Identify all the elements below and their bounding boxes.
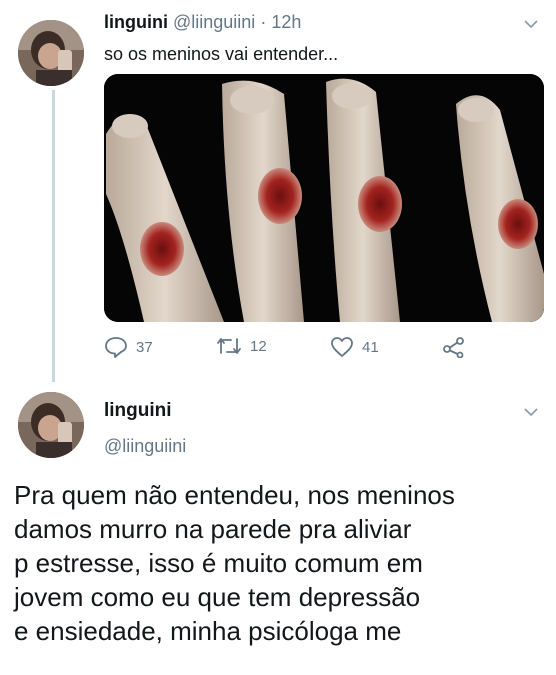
share-icon <box>442 336 466 358</box>
tweet-text-line: e ensiedade, minha psicóloga me <box>14 616 402 646</box>
retweet-button[interactable]: 12 <box>216 336 267 356</box>
share-button[interactable] <box>442 336 466 358</box>
author-name[interactable]: linguini <box>104 12 168 32</box>
tweet-text: so os meninos vai entender... <box>104 44 339 64</box>
reply-count: 37 <box>136 338 153 356</box>
retweet-count: 12 <box>250 337 267 355</box>
avatar[interactable] <box>18 20 84 86</box>
like-button[interactable]: 41 <box>330 336 379 358</box>
retweet-icon <box>216 336 242 356</box>
tweet-text-line: p estresse, isso é muito comum em <box>14 548 423 578</box>
tweet-text-line: Pra quem não entendeu, nos meninos <box>14 480 455 510</box>
tweet-photo[interactable] <box>104 74 544 322</box>
separator: · <box>260 12 267 32</box>
author-name[interactable]: linguini <box>104 400 172 422</box>
like-count: 41 <box>362 338 379 356</box>
avatar[interactable] <box>18 392 84 458</box>
reply-button[interactable]: 37 <box>104 336 153 358</box>
chevron-down-icon[interactable] <box>524 16 538 32</box>
author-handle[interactable]: @liinguiini <box>173 12 255 32</box>
reply-icon <box>104 336 128 358</box>
tweet-text: Pra quem não entendeu, nos meninos damos… <box>14 478 550 648</box>
chevron-down-icon[interactable] <box>524 404 538 420</box>
thread-line <box>52 90 55 382</box>
tweet-text-line: damos murro na parede pra aliviar <box>14 514 412 544</box>
tweet-header: linguini @liinguiini · 12h <box>104 12 301 33</box>
timestamp[interactable]: 12h <box>271 12 301 32</box>
tweet-text-line: jovem como eu que tem depressão <box>14 582 421 612</box>
tweet-actions: 37 12 41 <box>104 336 544 362</box>
author-handle[interactable]: @liinguiini <box>104 436 186 457</box>
heart-icon <box>330 336 354 358</box>
